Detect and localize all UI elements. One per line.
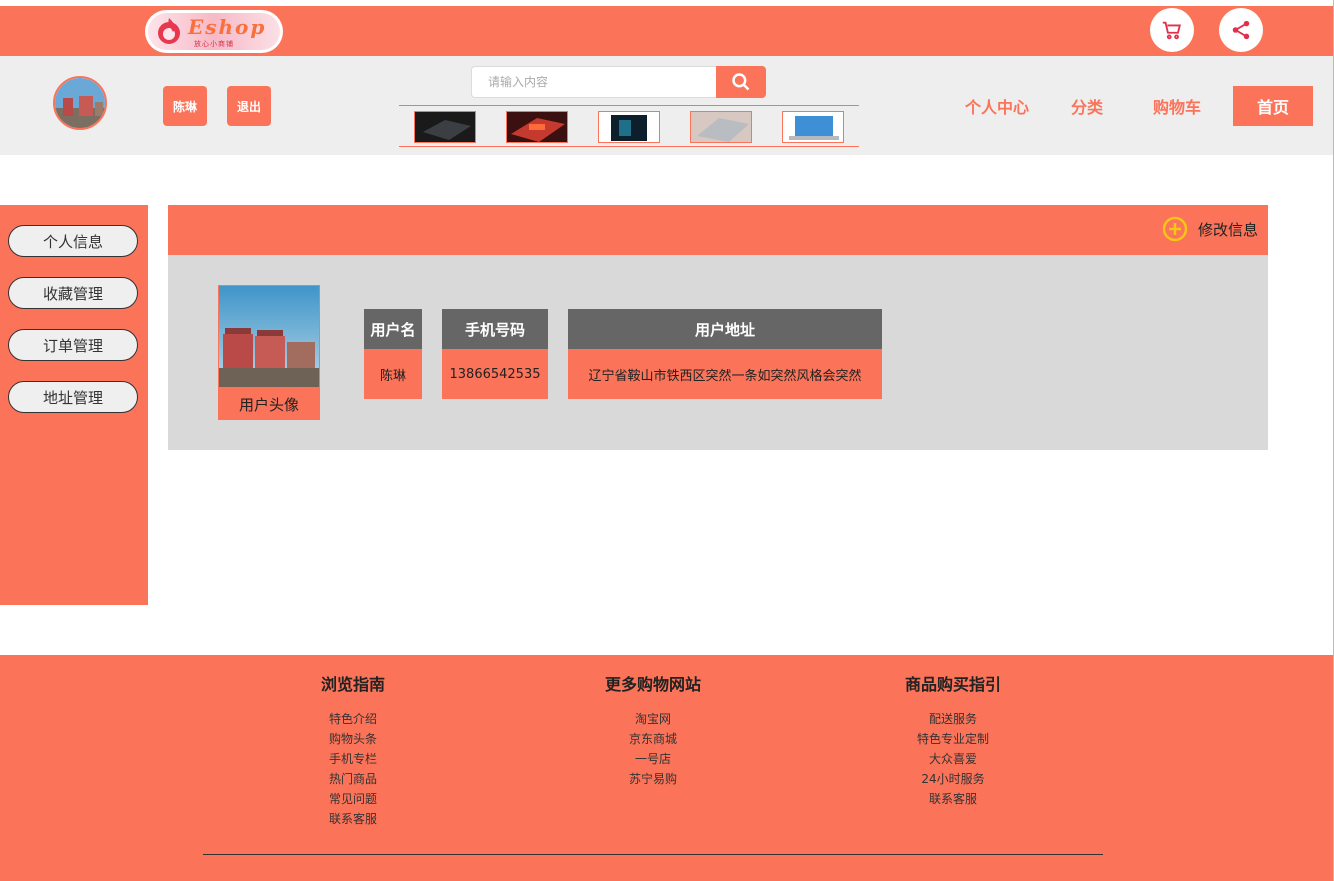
edit-info-button[interactable]: 修改信息: [1162, 215, 1258, 243]
add-circle-icon: [1162, 216, 1188, 242]
column-header: 手机号码: [442, 309, 548, 349]
logo-flame-icon: [158, 18, 180, 44]
username-button[interactable]: 陈琳: [163, 86, 207, 126]
product-thumbnail[interactable]: [414, 111, 476, 143]
footer-link[interactable]: 特色介绍: [253, 709, 453, 729]
phone-value: 13866542535: [442, 349, 548, 399]
sidebar-item-favorites[interactable]: 收藏管理: [8, 277, 138, 309]
info-column-address: 用户地址 辽宁省鞍山市铁西区突然一条如突然风格会突然: [568, 309, 882, 399]
footer-link[interactable]: 购物头条: [253, 729, 453, 749]
footer-link[interactable]: 京东商城: [553, 729, 753, 749]
sidebar-item-personal-info[interactable]: 个人信息: [8, 225, 138, 257]
sidebar-item-addresses[interactable]: 地址管理: [8, 381, 138, 413]
footer-link[interactable]: 热门商品: [253, 769, 453, 789]
footer-column-title: 商品购买指引: [904, 675, 1001, 694]
sidebar-item-orders[interactable]: 订单管理: [8, 329, 138, 361]
page: Eshop 放心小商铺 陈琳 退出 请输入内容 个人中心 分类 购物车 首页 个…: [0, 0, 1334, 881]
footer-link[interactable]: 特色专业定制: [853, 729, 1053, 749]
footer-column-title: 更多购物网站: [604, 675, 701, 694]
info-column-phone: 手机号码 13866542535: [442, 309, 548, 399]
footer-divider: [203, 854, 1103, 855]
share-icon: [1232, 20, 1250, 40]
avatar-photo: [55, 78, 105, 128]
profile-panel-header: 修改信息: [168, 205, 1268, 255]
footer-link[interactable]: 苏宁易购: [553, 769, 753, 789]
top-bar: Eshop 放心小商铺: [0, 6, 1334, 56]
product-thumbnail[interactable]: [782, 111, 844, 143]
home-button[interactable]: 首页: [1233, 86, 1313, 126]
edit-info-label: 修改信息: [1197, 220, 1258, 239]
footer-column-guide: 浏览指南 特色介绍 购物头条 手机专栏 热门商品 常见问题 联系客服: [253, 671, 453, 829]
address-value: 辽宁省鞍山市铁西区突然一条如突然风格会突然: [568, 349, 882, 399]
product-thumbnail-strip: [399, 105, 859, 147]
nav-link-category[interactable]: 分类: [1071, 94, 1103, 118]
footer-link[interactable]: 大众喜爱: [853, 749, 1053, 769]
column-header: 用户地址: [568, 309, 882, 349]
user-avatar[interactable]: [53, 76, 107, 130]
profile-panel: 用户头像 用户名 陈琳 手机号码 13866542535 用户地址 辽宁省鞍山市…: [168, 255, 1268, 450]
search-button[interactable]: [716, 66, 766, 98]
username-value: 陈琳: [364, 349, 422, 399]
footer-link[interactable]: 淘宝网: [553, 709, 753, 729]
nav-link-profile[interactable]: 个人中心: [965, 94, 1029, 118]
footer: 浏览指南 特色介绍 购物头条 手机专栏 热门商品 常见问题 联系客服 更多购物网…: [0, 655, 1334, 881]
share-button[interactable]: [1219, 8, 1263, 52]
sidebar: 个人信息 收藏管理 订单管理 地址管理: [0, 205, 148, 605]
search-icon: [732, 73, 750, 91]
cart-button[interactable]: [1150, 8, 1194, 52]
footer-link[interactable]: 一号店: [553, 749, 753, 769]
nav-bar: 陈琳 退出 请输入内容 个人中心 分类 购物车 首页: [0, 56, 1334, 155]
footer-column-title: 浏览指南: [320, 675, 385, 694]
footer-link[interactable]: 24小时服务: [853, 769, 1053, 789]
footer-link[interactable]: 手机专栏: [253, 749, 453, 769]
footer-link[interactable]: 联系客服: [853, 789, 1053, 809]
product-thumbnail[interactable]: [506, 111, 568, 143]
logo-text: Eshop: [188, 15, 267, 39]
logout-button[interactable]: 退出: [227, 86, 271, 126]
search-input[interactable]: 请输入内容: [471, 66, 717, 98]
product-thumbnail[interactable]: [598, 111, 660, 143]
footer-column-sites: 更多购物网站 淘宝网 京东商城 一号店 苏宁易购: [553, 671, 753, 789]
footer-link[interactable]: 配送服务: [853, 709, 1053, 729]
eshop-logo[interactable]: Eshop 放心小商铺: [145, 10, 283, 53]
logo-subtitle: 放心小商铺: [194, 40, 234, 48]
footer-link[interactable]: 联系客服: [253, 809, 453, 829]
product-thumbnail[interactable]: [690, 111, 752, 143]
user-photo-card: 用户头像: [218, 285, 320, 420]
user-photo[interactable]: [219, 286, 319, 387]
cart-icon: [1162, 21, 1181, 40]
nav-link-cart[interactable]: 购物车: [1153, 94, 1201, 118]
column-header: 用户名: [364, 309, 422, 349]
footer-column-purchase: 商品购买指引 配送服务 特色专业定制 大众喜爱 24小时服务 联系客服: [853, 671, 1053, 809]
footer-link[interactable]: 常见问题: [253, 789, 453, 809]
avatar-caption: 用户头像: [238, 396, 299, 414]
info-column-username: 用户名 陈琳: [364, 309, 422, 399]
